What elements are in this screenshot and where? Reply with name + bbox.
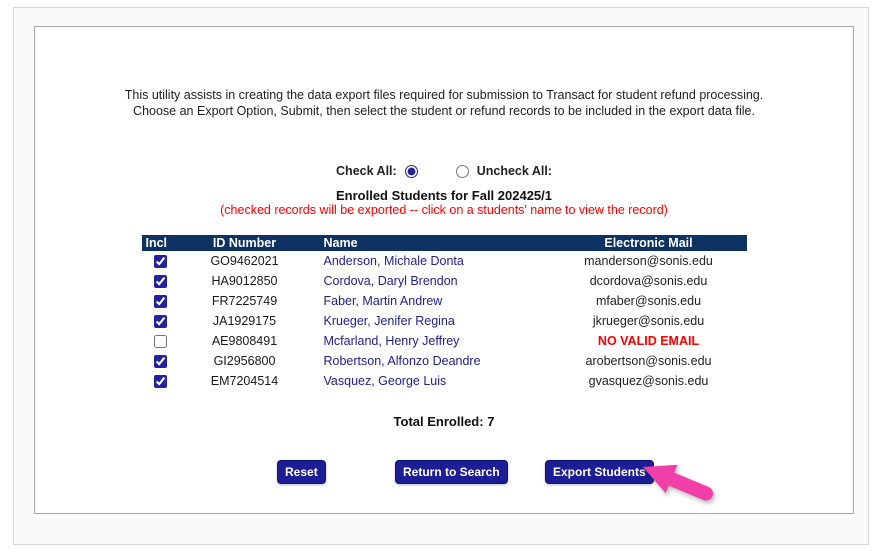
action-button-row: Reset Return to Search Export Students (35, 460, 853, 486)
student-id: HA9012850 (211, 274, 278, 288)
list-note: (checked records will be exported -- cli… (220, 203, 668, 217)
name-cell: Cordova, Daryl Brendon (310, 274, 555, 288)
check-all-label: Check All: (336, 164, 397, 178)
header-email: Electronic Mail (604, 236, 693, 250)
include-checkbox[interactable] (154, 274, 167, 288)
student-email: dcordova@sonis.edu (589, 274, 708, 288)
student-name-link[interactable]: Anderson, Michale Donta (324, 254, 464, 268)
uncheck-all-label: Uncheck All: (476, 164, 552, 178)
total-enrolled: Total Enrolled: 7 (393, 414, 495, 429)
outer-panel: This utility assists in creating the dat… (13, 7, 869, 545)
name-cell: Faber, Martin Andrew (310, 294, 555, 308)
incl-cell (142, 334, 180, 348)
student-email: NO VALID EMAIL (597, 334, 700, 348)
export-students-button[interactable]: Export Students (545, 460, 654, 484)
table-row: FR7225749 Faber, Martin Andrew mfaber@so… (142, 291, 747, 311)
name-cell: Vasquez, George Luis (310, 374, 555, 388)
uncheck-all-radio[interactable] (455, 164, 469, 178)
student-email: mfaber@sonis.edu (595, 294, 702, 308)
student-name-link[interactable]: Mcfarland, Henry Jeffrey (324, 334, 460, 348)
incl-cell (142, 254, 180, 268)
instructions-line-2: Choose an Export Option, Submit, then se… (133, 104, 755, 118)
student-name-link[interactable]: Vasquez, George Luis (324, 374, 447, 388)
incl-cell (142, 374, 180, 388)
incl-cell (142, 314, 180, 328)
instructions-text: This utility assists in creating the dat… (35, 87, 853, 119)
student-table: Incl ID Number Name Electronic Mail GO94… (141, 235, 747, 391)
header-name: Name (323, 236, 358, 250)
reset-button[interactable]: Reset (277, 460, 326, 484)
table-row: GO9462021 Anderson, Michale Donta mander… (142, 251, 747, 271)
student-table-body: GO9462021 Anderson, Michale Donta mander… (142, 251, 747, 391)
table-header-row: Incl ID Number Name Electronic Mail (141, 235, 747, 251)
check-all-radio[interactable] (404, 164, 418, 178)
table-row: EM7204514 Vasquez, George Luis gvasquez@… (142, 371, 747, 391)
name-cell: Mcfarland, Henry Jeffrey (310, 334, 555, 348)
table-row: JA1929175 Krueger, Jenifer Regina jkrueg… (142, 311, 747, 331)
content-panel: This utility assists in creating the dat… (34, 26, 854, 514)
student-id: JA1929175 (212, 314, 277, 328)
include-checkbox[interactable] (154, 334, 167, 348)
return-to-search-button[interactable]: Return to Search (395, 460, 508, 484)
table-row: AE9808491 Mcfarland, Henry Jeffrey NO VA… (142, 331, 747, 351)
header-incl: Incl (145, 236, 168, 250)
include-checkbox[interactable] (154, 254, 167, 268)
header-id: ID Number (212, 236, 277, 250)
include-checkbox[interactable] (154, 314, 167, 328)
include-checkbox[interactable] (154, 354, 167, 368)
name-cell: Anderson, Michale Donta (310, 254, 555, 268)
student-id: EM7204514 (210, 374, 279, 388)
student-id: FR7225749 (211, 294, 278, 308)
incl-cell (142, 294, 180, 308)
student-id: GO9462021 (210, 254, 279, 268)
student-email: jkrueger@sonis.edu (592, 314, 705, 328)
student-name-link[interactable]: Krueger, Jenifer Regina (324, 314, 455, 328)
student-name-link[interactable]: Robertson, Alfonzo Deandre (324, 354, 481, 368)
student-email: arobertson@sonis.edu (585, 354, 712, 368)
check-all-controls: Check All: Uncheck All: (35, 163, 853, 179)
include-checkbox[interactable] (154, 374, 167, 388)
include-checkbox[interactable] (154, 294, 167, 308)
table-row: GI2956800 Robertson, Alfonzo Deandre aro… (142, 351, 747, 371)
student-name-link[interactable]: Faber, Martin Andrew (324, 294, 443, 308)
student-email: manderson@sonis.edu (584, 254, 713, 268)
incl-cell (142, 354, 180, 368)
list-title: Enrolled Students for Fall 202425/1 (335, 188, 552, 203)
name-cell: Krueger, Jenifer Regina (310, 314, 555, 328)
student-id: AE9808491 (211, 334, 278, 348)
incl-cell (142, 274, 180, 288)
instructions-line-1: This utility assists in creating the dat… (124, 88, 764, 102)
table-row: HA9012850 Cordova, Daryl Brendon dcordov… (142, 271, 747, 291)
name-cell: Robertson, Alfonzo Deandre (310, 354, 555, 368)
export-utility-page: This utility assists in creating the dat… (0, 0, 880, 560)
student-email: gvasquez@sonis.edu (588, 374, 709, 388)
student-id: GI2956800 (213, 354, 276, 368)
student-name-link[interactable]: Cordova, Daryl Brendon (324, 274, 458, 288)
